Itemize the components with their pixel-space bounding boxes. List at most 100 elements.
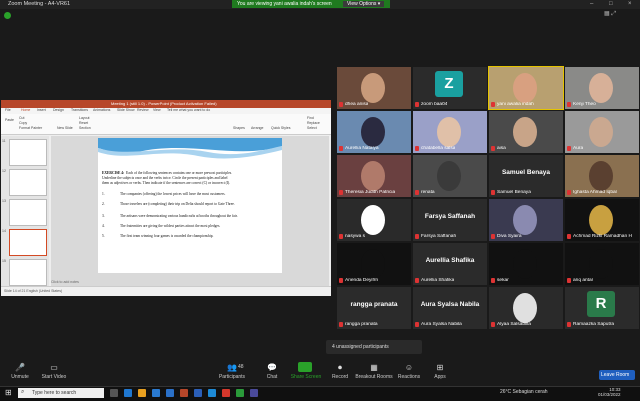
system-clock[interactable]: 10:33 01/03/2022	[598, 387, 621, 397]
taskbar-search-box[interactable]: ⌕ Type here to search	[18, 388, 104, 398]
ppt-tell-me[interactable]: Tell me what you want to do	[167, 108, 210, 112]
slide-wave-decoration	[98, 138, 282, 159]
reset-button[interactable]: Reset	[79, 121, 88, 125]
task-view-icon[interactable]	[110, 389, 118, 397]
excel-icon[interactable]	[236, 389, 244, 397]
participant-tile[interactable]: aisa	[489, 111, 563, 153]
ppt-tab[interactable]: Review	[137, 108, 148, 112]
participant-tile[interactable]: Aura Syalsa Nabila Aura Syalsa Nabila	[413, 287, 487, 329]
participant-tile[interactable]: sekar	[489, 243, 563, 285]
mic-muted-icon	[415, 146, 419, 151]
mail-icon[interactable]	[166, 389, 174, 397]
unassigned-participants-banner[interactable]: 4 unassigned participants	[326, 340, 422, 354]
participant-name: Samuel Benaya	[497, 190, 531, 195]
edge-icon[interactable]	[124, 389, 132, 397]
replace-button[interactable]: Replace	[307, 121, 320, 125]
participant-tile[interactable]: renata	[413, 155, 487, 197]
participant-tile[interactable]: Diva Syaira	[489, 199, 563, 241]
participant-tile[interactable]: Achmad Rizki Ramadhan H	[565, 199, 639, 241]
ppt-title-bar: Meeting 1 (still 1.0) - PowerPoint (Prod…	[1, 100, 331, 108]
mic-muted-icon	[415, 190, 419, 195]
cut-button[interactable]: Cut	[19, 116, 24, 120]
find-button[interactable]: Find	[307, 116, 314, 120]
share-screen-icon[interactable]	[298, 362, 312, 372]
participant-tile[interactable]: R Ramaazka Saputra	[565, 287, 639, 329]
ppt-tab[interactable]: View	[153, 108, 161, 112]
participant-tile[interactable]: chatabella salsa	[413, 111, 487, 153]
participant-tile[interactable]: dhea anisa	[337, 67, 411, 109]
slide-thumbnail[interactable]	[9, 199, 47, 226]
participant-tile[interactable]: Kenji Theo	[565, 67, 639, 109]
participant-tile[interactable]: nasywa s	[337, 199, 411, 241]
notes-placeholder[interactable]: Click to add notes	[51, 280, 79, 284]
sentence-number: 5.	[102, 234, 105, 238]
participant-tile[interactable]: Arienda Deyifrri	[337, 243, 411, 285]
select-button[interactable]: Select	[307, 126, 317, 130]
chat-icon[interactable]: 💬	[252, 363, 292, 372]
encryption-shield-icon[interactable]	[4, 12, 11, 19]
slide-thumbnail[interactable]	[9, 169, 47, 196]
participant-name: Achmad Rizki Ramadhan H	[573, 234, 632, 239]
search-placeholder[interactable]: Type here to search	[32, 390, 76, 396]
powerpoint-icon[interactable]	[180, 389, 188, 397]
zoom-icon[interactable]	[208, 389, 216, 397]
start-video-button[interactable]: Start Video	[34, 374, 74, 380]
ppt-tab[interactable]: Slide Show	[117, 108, 135, 112]
close-icon[interactable]: ×	[628, 1, 632, 7]
participant-tile[interactable]: ariq antar	[565, 243, 639, 285]
leave-room-button[interactable]: Leave Room	[599, 370, 635, 380]
quick-styles-button[interactable]: Quick Styles	[271, 126, 290, 130]
view-grid-icon[interactable]: ▦ ⤢	[604, 10, 616, 18]
participants-button[interactable]: Participants	[212, 374, 252, 380]
store-icon[interactable]	[152, 389, 160, 397]
mic-muted-icon	[339, 102, 343, 107]
ppt-tab[interactable]: Home	[21, 108, 30, 112]
new-slide-button[interactable]: New Slide	[57, 126, 73, 130]
chrome-icon[interactable]	[222, 389, 230, 397]
ppt-tab[interactable]: Insert	[37, 108, 46, 112]
layout-button[interactable]: Layout	[79, 116, 90, 120]
word-icon[interactable]	[194, 389, 202, 397]
breakout-rooms-icon[interactable]: ▦	[354, 363, 394, 372]
video-off-icon[interactable]: ▭	[34, 363, 74, 372]
shapes-button[interactable]: Shapes	[233, 126, 245, 130]
current-slide[interactable]: EXERCISE 4: Each of the following senten…	[98, 138, 282, 273]
format-painter-button[interactable]: Format Painter	[19, 126, 42, 130]
participant-tile[interactable]: Samuel Benaya Samuel Benaya	[489, 155, 563, 197]
weather-widget[interactable]: 26°C Sebagian cerah	[500, 389, 548, 395]
participant-name: sekar	[497, 278, 509, 283]
mic-muted-icon	[415, 322, 419, 327]
participant-tile[interactable]: Zzoom baa04	[413, 67, 487, 109]
maximize-icon[interactable]: □	[609, 1, 613, 7]
app-icon[interactable]	[250, 389, 258, 397]
participants-icon[interactable]: 👥	[212, 363, 252, 372]
participant-tile[interactable]: Theresia Judith Patricia	[337, 155, 411, 197]
windows-start-icon[interactable]: ⊞	[5, 388, 12, 397]
view-options-button[interactable]: View Options ▾	[343, 1, 385, 7]
file-explorer-icon[interactable]	[138, 389, 146, 397]
participant-tile[interactable]: Aurellia Nataiya	[337, 111, 411, 153]
ppt-tab[interactable]: Transitions	[71, 108, 88, 112]
paste-button[interactable]: Paste	[5, 118, 14, 122]
ppt-tab[interactable]: Design	[53, 108, 64, 112]
shared-screen-powerpoint[interactable]: Meeting 1 (still 1.0) - PowerPoint (Prod…	[1, 100, 331, 296]
arrange-button[interactable]: Arrange	[251, 126, 263, 130]
apps-icon[interactable]: ⊞	[420, 363, 460, 372]
breakout-rooms-button[interactable]: Breakout Rooms	[354, 374, 394, 380]
section-button[interactable]: Section	[79, 126, 91, 130]
ppt-tab[interactable]: Animations	[93, 108, 110, 112]
ppt-tab[interactable]: File	[5, 108, 11, 112]
participant-tile[interactable]: yani awalia indah	[488, 66, 564, 110]
participant-tile[interactable]: Aurellia Shafika Aurellia Shafika	[413, 243, 487, 285]
participant-tile[interactable]: Farsya Saffanah Farsya Saffanah	[413, 199, 487, 241]
participant-tile[interactable]: rangga pranata rangga pranata	[337, 287, 411, 329]
slide-thumbnail[interactable]	[9, 139, 47, 166]
slide-thumbnail-selected[interactable]	[9, 229, 47, 256]
slide-thumbnail[interactable]	[9, 259, 47, 286]
participant-tile[interactable]: Aura	[565, 111, 639, 153]
minimize-icon[interactable]: –	[590, 1, 593, 7]
copy-button[interactable]: Copy	[19, 121, 27, 125]
participant-tile[interactable]: Ighasta Ahmad Iqbal	[565, 155, 639, 197]
apps-button[interactable]: Apps	[420, 374, 460, 380]
participant-tile[interactable]: Alyaa Salsabilla	[489, 287, 563, 329]
